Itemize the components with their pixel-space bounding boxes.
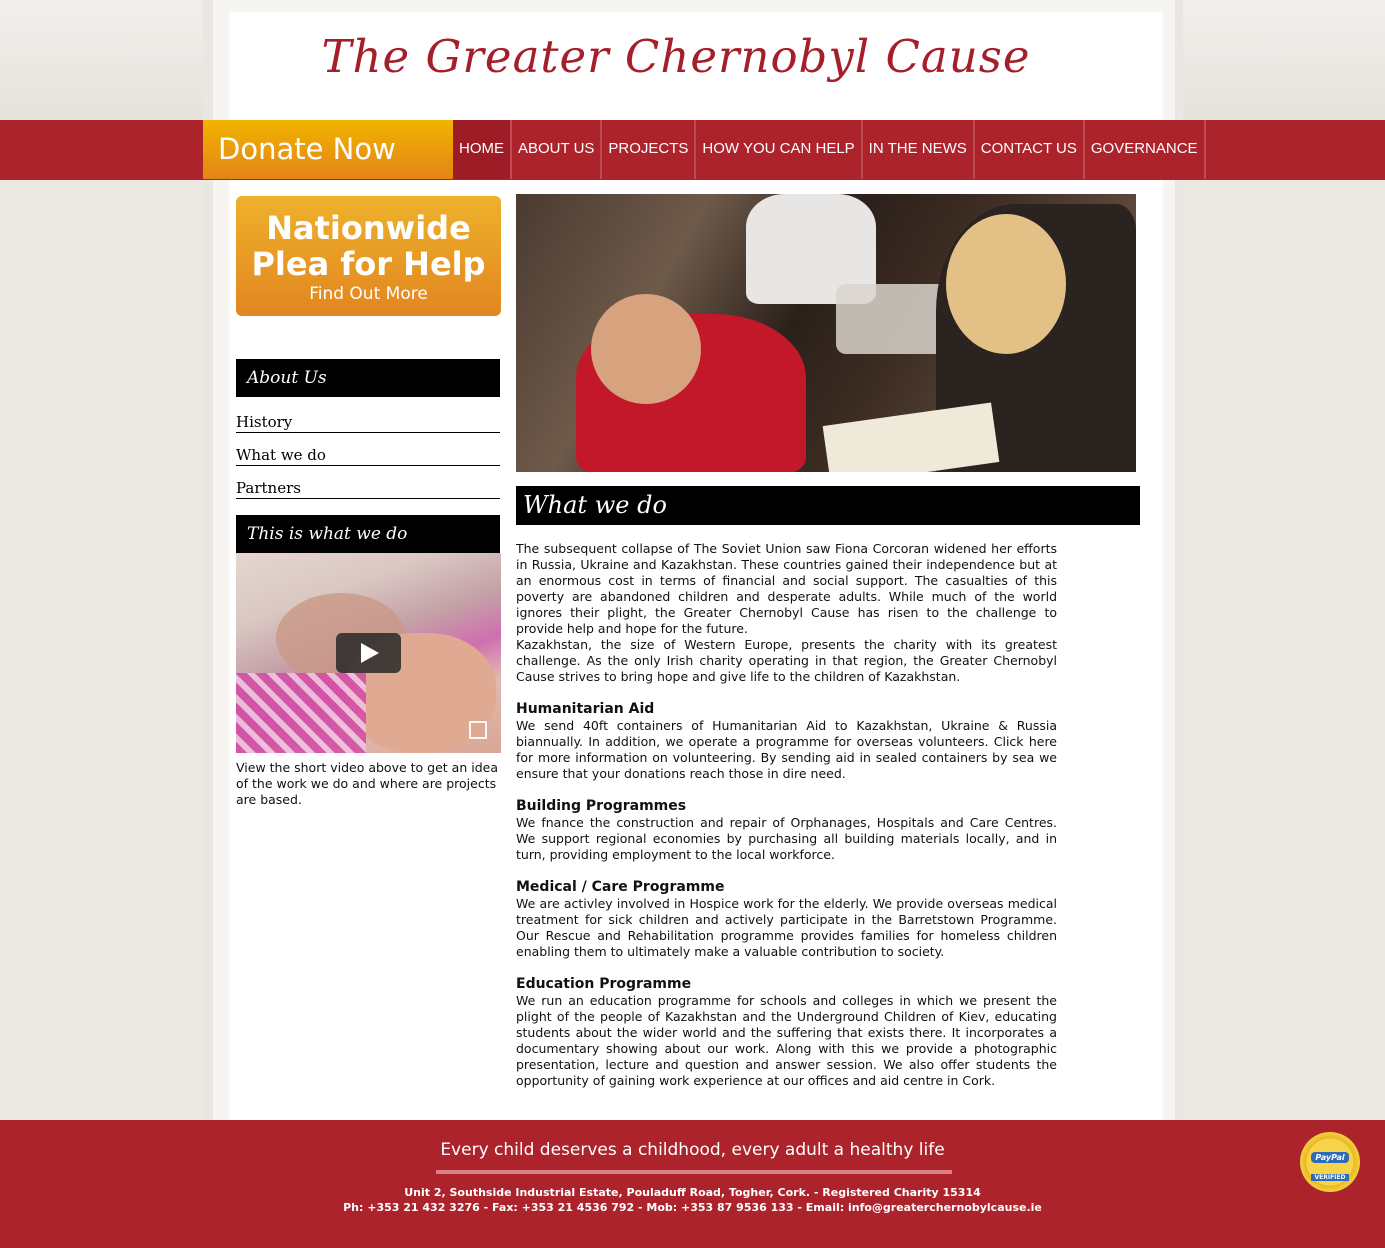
sidebar-link-partners[interactable]: Partners bbox=[236, 479, 500, 499]
paypal-verified-badge[interactable]: PayPal VERIFIED bbox=[1300, 1132, 1360, 1192]
nav-governance[interactable]: GOVERNANCE bbox=[1085, 120, 1206, 179]
photo-shape bbox=[822, 402, 1000, 472]
promo-title: Nationwide Plea for Help bbox=[236, 196, 501, 282]
page-heading: What we do bbox=[516, 486, 1140, 525]
nav-about-us[interactable]: ABOUT US bbox=[512, 120, 603, 179]
sidebar-link-history[interactable]: History bbox=[236, 413, 500, 433]
section-body-education: We run an education programme for school… bbox=[516, 993, 1057, 1088]
footer-divider bbox=[436, 1170, 952, 1174]
video-player[interactable] bbox=[236, 553, 501, 753]
video-caption: View the short video above to get an ide… bbox=[236, 760, 498, 807]
nav-projects[interactable]: PROJECTS bbox=[602, 120, 697, 179]
section-title-education: Education Programme bbox=[516, 976, 692, 992]
section-body-building-programmes: We fnance the construction and repair of… bbox=[516, 815, 1057, 862]
section-body-medical-care: We are activley involved in Hospice work… bbox=[516, 896, 1057, 959]
video-thumbnail-shape bbox=[236, 673, 366, 753]
nationwide-plea-banner[interactable]: Nationwide Plea for Help Find Out More bbox=[236, 196, 501, 316]
paypal-badge-verified: VERIFIED bbox=[1311, 1174, 1349, 1181]
intro-paragraph-1: The subsequent collapse of The Soviet Un… bbox=[516, 541, 1057, 636]
fullscreen-icon[interactable] bbox=[469, 721, 487, 739]
footer-address: Unit 2, Southside Industrial Estate, Pou… bbox=[404, 1186, 981, 1199]
section-title-humanitarian-aid: Humanitarian Aid bbox=[516, 701, 655, 717]
footer-contact: Ph: +353 21 432 3276 - Fax: +353 21 4536… bbox=[343, 1201, 1042, 1214]
section-title-medical-care: Medical / Care Programme bbox=[516, 879, 725, 895]
section-body-humanitarian-aid: We send 40ft containers of Humanitarian … bbox=[516, 718, 1057, 781]
nav-how-you-can-help[interactable]: HOW YOU CAN HELP bbox=[696, 120, 863, 179]
nav-home[interactable]: HOME bbox=[453, 120, 512, 179]
promo-title-line2: Plea for Help bbox=[251, 245, 486, 283]
site-title[interactable]: The Greater Chernobyl Cause bbox=[229, 30, 1123, 83]
section-title-building-programmes: Building Programmes bbox=[516, 798, 687, 814]
photo-shape bbox=[946, 214, 1066, 354]
video-heading: This is what we do bbox=[236, 515, 500, 553]
hero-photo bbox=[516, 194, 1136, 472]
main-nav: HOME ABOUT US PROJECTS HOW YOU CAN HELP … bbox=[453, 120, 1206, 179]
photo-shape bbox=[591, 294, 701, 404]
paypal-badge-label: PayPal bbox=[1311, 1152, 1349, 1163]
donate-now-button[interactable]: Donate Now bbox=[203, 120, 453, 179]
intro-paragraph-2: Kazakhstan, the size of Western Europe, … bbox=[516, 637, 1057, 684]
promo-find-out-more: Find Out More bbox=[309, 284, 428, 304]
article-body: The subsequent collapse of The Soviet Un… bbox=[516, 541, 1057, 1089]
nav-contact-us[interactable]: CONTACT US bbox=[975, 120, 1085, 179]
nav-in-the-news[interactable]: IN THE NEWS bbox=[863, 120, 975, 179]
sidebar-link-what-we-do[interactable]: What we do bbox=[236, 446, 500, 466]
about-us-heading: About Us bbox=[236, 359, 500, 397]
promo-title-line1: Nationwide bbox=[266, 209, 471, 247]
footer-tagline: Every child deserves a childhood, every … bbox=[440, 1140, 945, 1160]
play-icon[interactable] bbox=[336, 633, 401, 673]
